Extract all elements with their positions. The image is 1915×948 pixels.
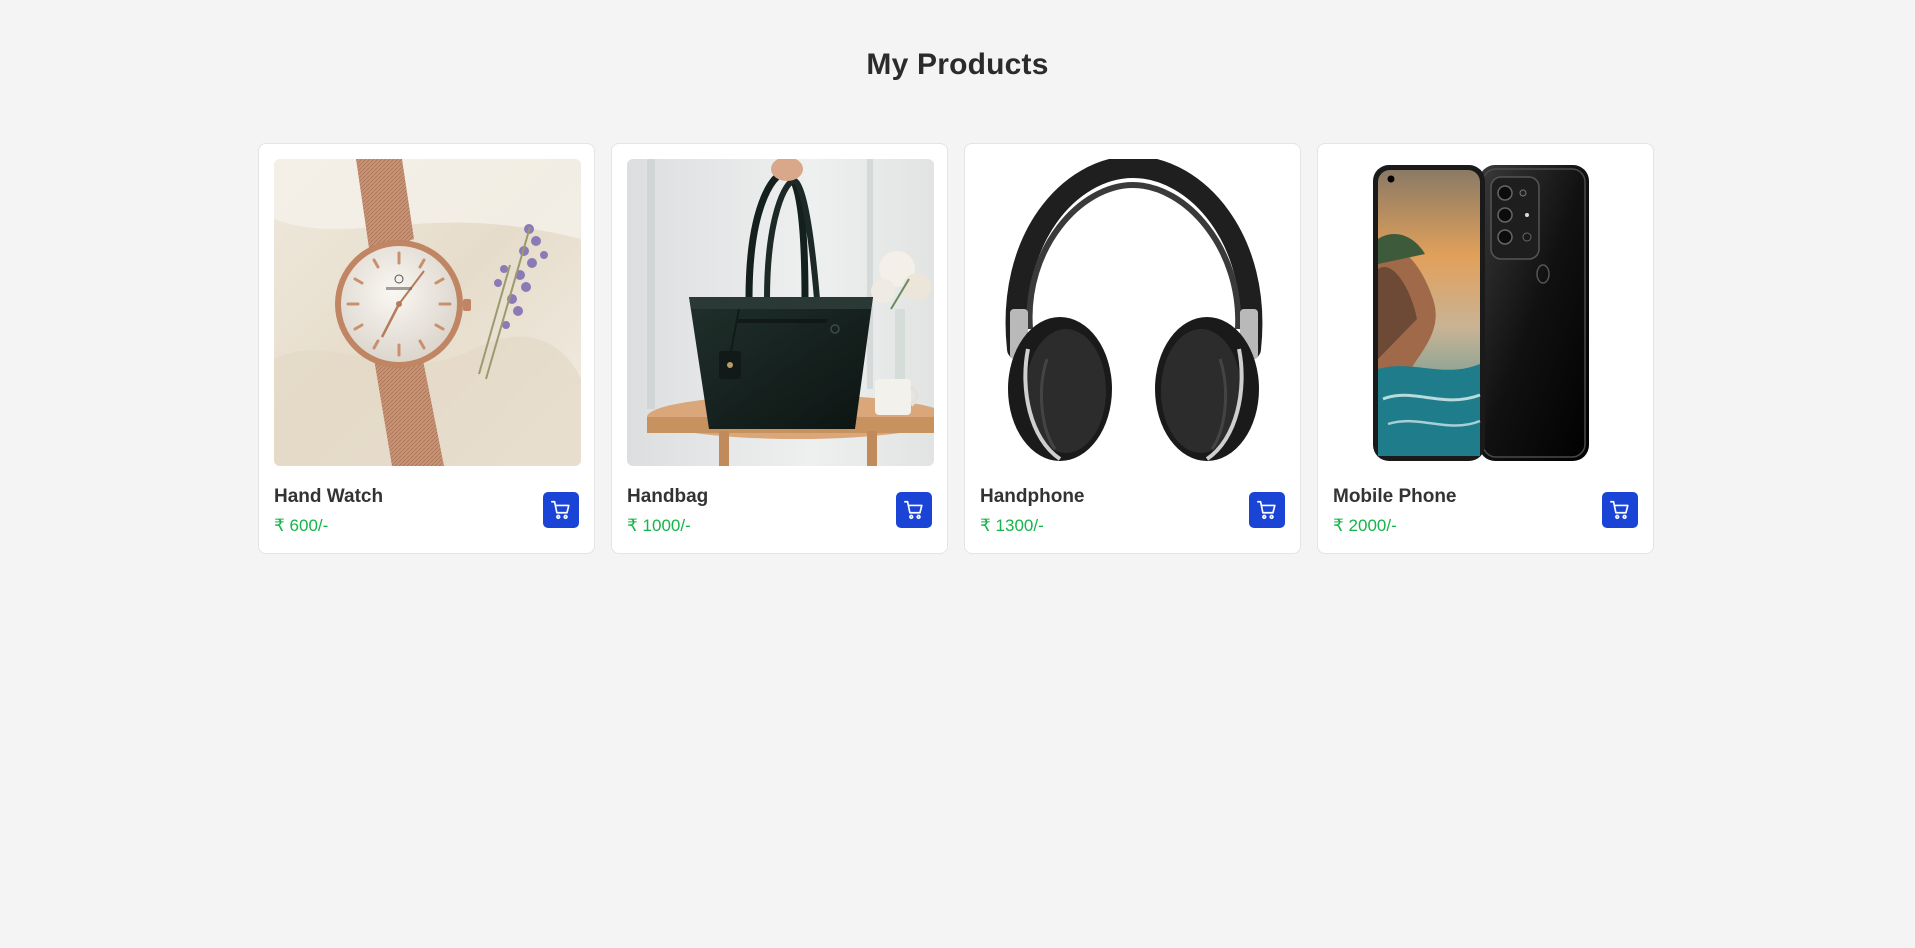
product-card-hand-watch: Hand Watch ₹ 600/- [258, 143, 595, 554]
headphones-image[interactable] [980, 159, 1287, 466]
product-info: Handphone ₹ 1300/- [980, 485, 1085, 537]
product-price: ₹ 600/- [274, 516, 329, 535]
product-price: ₹ 1300/- [980, 516, 1044, 535]
product-name: Mobile Phone [1333, 486, 1457, 507]
product-card-handbag: Handbag ₹ 1000/- [611, 143, 948, 554]
product-card-handphone: Handphone ₹ 1300/- [964, 143, 1301, 554]
product-card-mobile-phone: Mobile Phone ₹ 2000/- [1317, 143, 1654, 554]
product-grid: Hand Watch ₹ 600/- Handbag ₹ 1000/- Hand… [258, 143, 1654, 554]
product-info: Handbag ₹ 1000/- [627, 485, 708, 537]
product-info: Hand Watch ₹ 600/- [274, 485, 383, 537]
product-name: Handphone [980, 486, 1085, 507]
handbag-image[interactable] [627, 159, 934, 466]
product-price: ₹ 2000/- [1333, 516, 1397, 535]
watch-image[interactable] [274, 159, 581, 466]
product-info: Mobile Phone ₹ 2000/- [1333, 485, 1457, 537]
cart-icon [551, 500, 570, 520]
product-name: Handbag [627, 486, 709, 507]
add-to-cart-button[interactable] [896, 492, 932, 528]
page-title: My Products [866, 48, 1049, 81]
add-to-cart-button[interactable] [1602, 492, 1638, 528]
add-to-cart-button[interactable] [543, 492, 579, 528]
cart-icon [904, 500, 923, 520]
cart-icon [1610, 500, 1629, 520]
add-to-cart-button[interactable] [1249, 492, 1285, 528]
product-name: Hand Watch [274, 486, 384, 507]
product-price: ₹ 1000/- [627, 516, 691, 535]
cart-icon [1257, 500, 1276, 520]
mobile-phone-image[interactable] [1333, 159, 1640, 466]
